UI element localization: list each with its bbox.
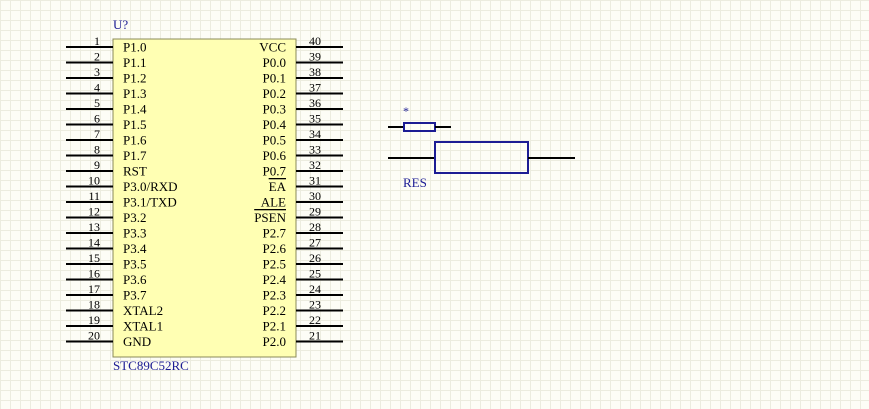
- pin-number: 11: [88, 189, 100, 203]
- pin-number: 16: [88, 267, 100, 281]
- ic-component[interactable]: U? 1 P1.0 2 P1.1 3 P1.2 4 P1.3 5 P1.4 6 P1.5 7 P1.6 8 P…: [66, 17, 343, 373]
- pin-number: 38: [309, 65, 321, 79]
- pin-name: P1.1: [123, 55, 146, 70]
- pin-name: P3.3: [123, 226, 146, 241]
- pin-1[interactable]: 1 P1.0: [66, 34, 146, 55]
- pin-name: P1.0: [123, 40, 146, 55]
- pin-40[interactable]: 40 VCC: [259, 34, 343, 55]
- pin-number: 18: [88, 298, 100, 312]
- pin-name: GND: [123, 334, 151, 349]
- pin-number: 20: [88, 329, 100, 343]
- pin-number: 35: [309, 112, 321, 126]
- pin-name: P0.2: [263, 86, 286, 101]
- pin-name: P2.4: [263, 272, 287, 287]
- pin-name: P2.6: [263, 241, 287, 256]
- pin-number: 14: [88, 236, 100, 250]
- pin-name: P3.2: [123, 210, 146, 225]
- pin-number: 22: [309, 313, 321, 327]
- pin-name: PSEN: [254, 210, 286, 225]
- pin-name: P2.3: [263, 288, 286, 303]
- pin-number: 33: [309, 143, 321, 157]
- large-resistor[interactable]: RES: [388, 141, 575, 190]
- pin-name: P0.0: [263, 55, 286, 70]
- pin-number: 30: [309, 189, 321, 203]
- pin-number: 36: [309, 96, 321, 110]
- pin-name: P0.1: [263, 71, 286, 86]
- pin-number: 24: [309, 282, 321, 296]
- pin-name: RST: [123, 164, 147, 179]
- pin-number: 26: [309, 251, 321, 265]
- pin-number: 12: [88, 205, 100, 219]
- pin-number: 25: [309, 267, 321, 281]
- pin-number: 10: [88, 174, 100, 188]
- pin-name: P1.2: [123, 71, 146, 86]
- large-resistor-label: RES: [403, 175, 427, 190]
- schematic-canvas[interactable]: U? 1 P1.0 2 P1.1 3 P1.2 4 P1.3 5 P1.4 6 P1.5 7 P1.6 8 P…: [0, 0, 869, 409]
- pin-number: 13: [88, 220, 100, 234]
- pin-name: P0.3: [263, 102, 286, 117]
- pin-number: 5: [94, 96, 100, 110]
- pin-number: 9: [94, 158, 100, 172]
- pin-name: P0.5: [263, 133, 286, 148]
- pin-name: EA: [269, 179, 287, 194]
- pin-number: 4: [94, 81, 100, 95]
- pin-name: P2.5: [263, 257, 286, 272]
- pin-name: P3.6: [123, 272, 147, 287]
- pin-name: XTAL2: [123, 303, 163, 318]
- pin-name: ALE: [261, 195, 286, 210]
- pin-number: 7: [94, 127, 100, 141]
- pin-number: 19: [88, 313, 100, 327]
- small-resistor[interactable]: *: [388, 104, 451, 132]
- pin-number: 27: [309, 236, 321, 250]
- pin-name: P1.3: [123, 86, 146, 101]
- pin-name: XTAL1: [123, 319, 163, 334]
- pin-name: P0.6: [263, 148, 287, 163]
- pin-number: 15: [88, 251, 100, 265]
- pin-name: P1.7: [123, 148, 147, 163]
- pin-number: 31: [309, 174, 321, 188]
- pin-number: 28: [309, 220, 321, 234]
- pin-name: P1.5: [123, 117, 146, 132]
- ic-comment: STC89C52RC: [113, 358, 189, 373]
- pin-name: P1.4: [123, 102, 147, 117]
- pin-name: VCC: [259, 40, 286, 55]
- pin-name: P3.7: [123, 288, 147, 303]
- pin-number: 32: [309, 158, 321, 172]
- pin-number: 37: [309, 81, 321, 95]
- pin-number: 23: [309, 298, 321, 312]
- small-resistor-body[interactable]: [403, 122, 436, 132]
- pin-name: P2.0: [263, 334, 286, 349]
- pin-number: 39: [309, 50, 321, 64]
- pin-name: P2.2: [263, 303, 286, 318]
- pin-number: 3: [94, 65, 100, 79]
- pin-number: 17: [88, 282, 100, 296]
- pin-name: P3.1/TXD: [123, 195, 177, 210]
- pin-number: 21: [309, 329, 321, 343]
- pin-number: 40: [309, 34, 321, 48]
- large-resistor-body[interactable]: [434, 141, 529, 174]
- pin-number: 8: [94, 143, 100, 157]
- pin-name: P2.7: [263, 226, 287, 241]
- pin-name: P0.7: [263, 164, 287, 179]
- pin-number: 1: [94, 34, 100, 48]
- pin-name: P2.1: [263, 319, 286, 334]
- pin-number: 29: [309, 205, 321, 219]
- pin-name: P3.0/RXD: [123, 179, 178, 194]
- pin-number: 34: [309, 127, 321, 141]
- pin-name: P1.6: [123, 133, 147, 148]
- small-resistor-label: *: [403, 104, 409, 118]
- pin-name: P3.4: [123, 241, 147, 256]
- pin-number: 6: [94, 112, 100, 126]
- pin-name: P3.5: [123, 257, 146, 272]
- pin-number: 2: [94, 50, 100, 64]
- ic-designator: U?: [113, 17, 128, 32]
- pin-name: P0.4: [263, 117, 287, 132]
